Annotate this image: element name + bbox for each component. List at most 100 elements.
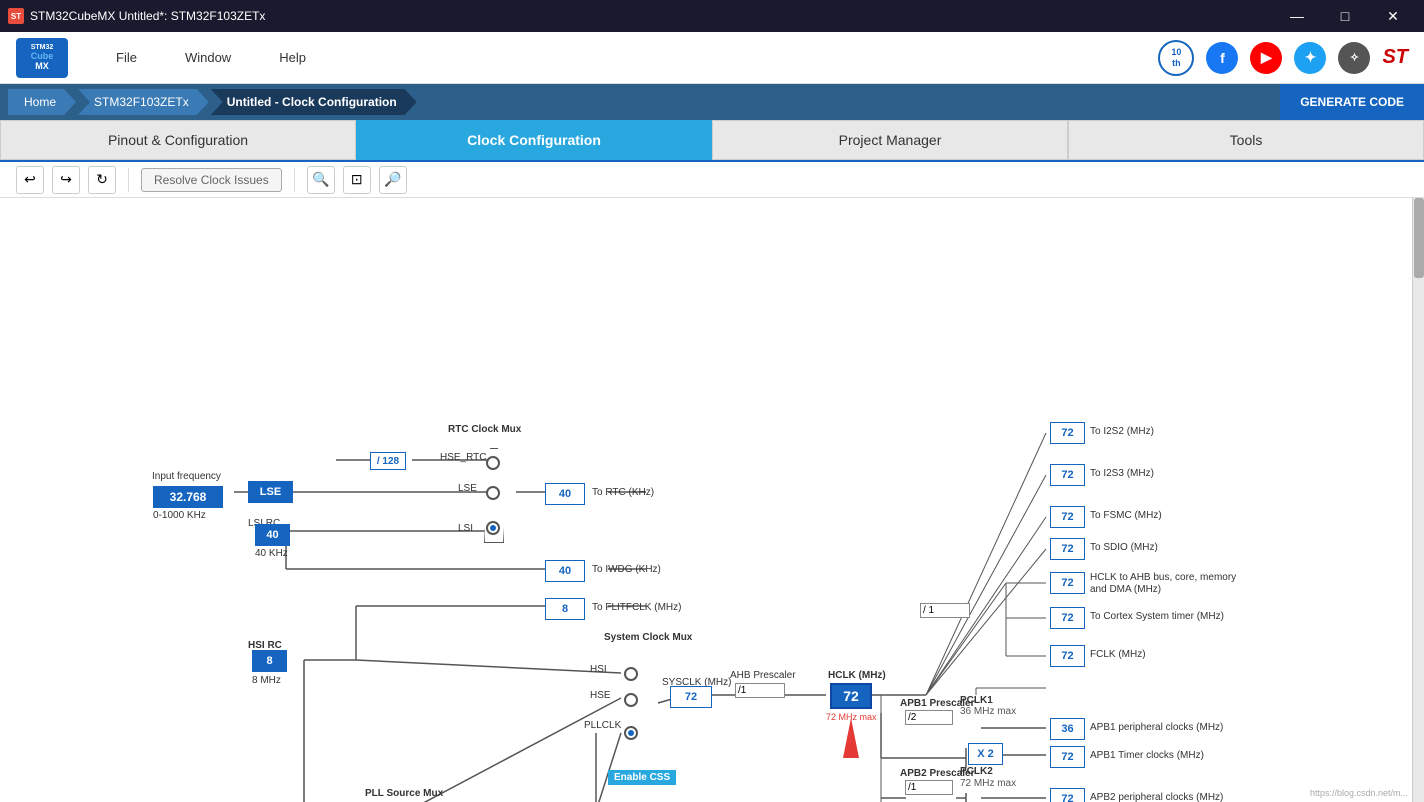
ahb1-select[interactable]: / 1 bbox=[920, 603, 970, 618]
app-icon: ST bbox=[8, 8, 24, 24]
lse-mux-label: LSE bbox=[458, 483, 477, 494]
breadcrumb-device[interactable]: STM32F103ZETx bbox=[78, 89, 209, 115]
hsi-mux-label: HSI bbox=[590, 664, 607, 675]
redo-button[interactable]: ↪ bbox=[52, 166, 80, 194]
input-freq-label1: Input frequency bbox=[152, 471, 221, 482]
apb1-timer-label: APB1 Timer clocks (MHz) bbox=[1090, 750, 1204, 761]
toolbar: ↩ ↪ ↻ Resolve Clock Issues 🔍 ⊡ 🔎 bbox=[0, 162, 1424, 198]
breadcrumb-page[interactable]: Untitled - Clock Configuration bbox=[211, 89, 417, 115]
apb1-select[interactable]: /2 bbox=[905, 710, 953, 725]
apb2-select[interactable]: /1 bbox=[905, 780, 953, 795]
fclk-label: FCLK (MHz) bbox=[1090, 649, 1146, 660]
tab-bar: Pinout & Configuration Clock Configurati… bbox=[0, 120, 1424, 162]
maximize-button[interactable]: □ bbox=[1322, 0, 1368, 32]
hclk-label: HCLK (MHz) bbox=[828, 670, 886, 681]
apb1-timer-val[interactable]: 72 bbox=[1050, 746, 1085, 768]
youtube-icon[interactable]: ▶ bbox=[1250, 42, 1282, 74]
twitter-icon[interactable]: ✦ bbox=[1294, 42, 1326, 74]
hsi-mux-radio[interactable] bbox=[624, 667, 638, 681]
scroll-thumb[interactable] bbox=[1414, 198, 1424, 278]
title-bar: ST STM32CubeMX Untitled*: STM32F103ZETx … bbox=[0, 0, 1424, 32]
window-controls: — □ ✕ bbox=[1274, 0, 1416, 32]
x2-box[interactable]: X 2 bbox=[968, 743, 1003, 765]
st-logo: ST bbox=[1382, 46, 1408, 69]
i2s3-label: To I2S3 (MHz) bbox=[1090, 468, 1154, 479]
minimize-button[interactable]: — bbox=[1274, 0, 1320, 32]
network-icon[interactable]: ✧ bbox=[1338, 42, 1370, 74]
flit-val[interactable]: 8 bbox=[545, 598, 585, 620]
tab-tools[interactable]: Tools bbox=[1068, 120, 1424, 160]
tab-clock[interactable]: Clock Configuration bbox=[356, 120, 712, 160]
red-arrow-up bbox=[843, 718, 859, 758]
rtc-val[interactable]: 40 bbox=[545, 483, 585, 505]
menu-file[interactable]: File bbox=[108, 46, 145, 69]
cortex-label: To Cortex System timer (MHz) bbox=[1090, 611, 1224, 622]
logo: STM32 Cube MX bbox=[16, 38, 68, 78]
facebook-icon[interactable]: f bbox=[1206, 42, 1238, 74]
pclk2-max: 72 MHz max bbox=[960, 778, 1016, 789]
scrollbar[interactable] bbox=[1412, 198, 1424, 802]
hse-mux-radio[interactable] bbox=[624, 693, 638, 707]
zoom-in-button[interactable]: 🔎 bbox=[379, 166, 407, 194]
lse-box[interactable]: LSE bbox=[248, 481, 293, 503]
menu-window[interactable]: Window bbox=[177, 46, 239, 69]
input-val1[interactable]: 32.768 bbox=[153, 486, 223, 508]
div128-box[interactable]: / 128 bbox=[370, 452, 406, 470]
iwdg-val[interactable]: 40 bbox=[545, 560, 585, 582]
resolve-clock-button[interactable]: Resolve Clock Issues bbox=[141, 168, 282, 192]
ahb-prescaler-select[interactable]: /1 bbox=[735, 683, 785, 698]
fsmc-val[interactable]: 72 bbox=[1050, 506, 1085, 528]
pllclk-mux-label: PLLCLK bbox=[584, 720, 621, 731]
input-range1: 0-1000 KHz bbox=[153, 510, 206, 521]
breadcrumb-home[interactable]: Home bbox=[8, 89, 76, 115]
hclk-ahb-val[interactable]: 72 bbox=[1050, 572, 1085, 594]
watermark: https://blog.csdn.net/m... bbox=[1310, 788, 1408, 798]
lsi-khz: 40 KHz bbox=[255, 548, 288, 559]
undo-button[interactable]: ↩ bbox=[16, 166, 44, 194]
rtc-mux-label: RTC Clock Mux bbox=[448, 424, 521, 435]
i2s2-val[interactable]: 72 bbox=[1050, 422, 1085, 444]
to-flit-label: To FLITFCLK (MHz) bbox=[592, 602, 681, 613]
hclk-val[interactable]: 72 bbox=[830, 683, 872, 709]
hclk-ahb-label: HCLK to AHB bus, core, memory and DMA (M… bbox=[1090, 572, 1250, 596]
zoom-out-button[interactable]: 🔍 bbox=[307, 166, 335, 194]
ahb-label: AHB Prescaler bbox=[730, 670, 796, 681]
sdio2-label: To SDIO (MHz) bbox=[1090, 542, 1158, 553]
rtc-radio-2[interactable] bbox=[486, 486, 500, 500]
cortex-val[interactable]: 72 bbox=[1050, 607, 1085, 629]
apb1-periph-val[interactable]: 36 bbox=[1050, 718, 1085, 740]
fclk-val[interactable]: 72 bbox=[1050, 645, 1085, 667]
fsmc-label: To FSMC (MHz) bbox=[1090, 510, 1162, 521]
generate-code-button[interactable]: GENERATE CODE bbox=[1280, 84, 1424, 120]
sdio2-val[interactable]: 72 bbox=[1050, 538, 1085, 560]
pclk2-label: PCLK2 bbox=[960, 766, 993, 777]
apb2-periph-val[interactable]: 72 bbox=[1050, 788, 1085, 802]
menu-bar: STM32 Cube MX File Window Help 10th f ▶ … bbox=[0, 32, 1424, 84]
separator2 bbox=[294, 168, 295, 192]
breadcrumb-nav: Home STM32F103ZETx Untitled - Clock Conf… bbox=[0, 84, 1424, 120]
hsi-val[interactable]: 8 bbox=[252, 650, 287, 672]
pllclk-mux-radio[interactable] bbox=[624, 726, 638, 740]
fit-button[interactable]: ⊡ bbox=[343, 166, 371, 194]
hsi-mhz: 8 MHz bbox=[252, 675, 281, 686]
i2s2-label: To I2S2 (MHz) bbox=[1090, 426, 1154, 437]
to-iwdg-label: To IWDG (KHz) bbox=[592, 564, 661, 575]
to-rtc-label: To RTC (KHz) bbox=[592, 487, 654, 498]
rtc-radio-3[interactable] bbox=[486, 521, 500, 535]
lsi-val[interactable]: 40 bbox=[255, 524, 290, 546]
enable-css-button[interactable]: Enable CSS bbox=[608, 770, 676, 785]
rtc-radio-1[interactable] bbox=[486, 456, 500, 470]
menu-help[interactable]: Help bbox=[271, 46, 314, 69]
pclk1-label: PCLK1 bbox=[960, 695, 993, 706]
version-badge: 10th bbox=[1158, 40, 1194, 76]
apb2-periph-label: APB2 peripheral clocks (MHz) bbox=[1090, 792, 1223, 802]
tab-pinout[interactable]: Pinout & Configuration bbox=[0, 120, 356, 160]
pll-src-label: PLL Source Mux bbox=[365, 788, 443, 799]
lsi-mux-label: LSI bbox=[458, 523, 473, 534]
tab-project[interactable]: Project Manager bbox=[712, 120, 1068, 160]
i2s3-val[interactable]: 72 bbox=[1050, 464, 1085, 486]
close-button[interactable]: ✕ bbox=[1370, 0, 1416, 32]
separator bbox=[128, 168, 129, 192]
refresh-button[interactable]: ↻ bbox=[88, 166, 116, 194]
sysclk-val[interactable]: 72 bbox=[670, 686, 712, 708]
